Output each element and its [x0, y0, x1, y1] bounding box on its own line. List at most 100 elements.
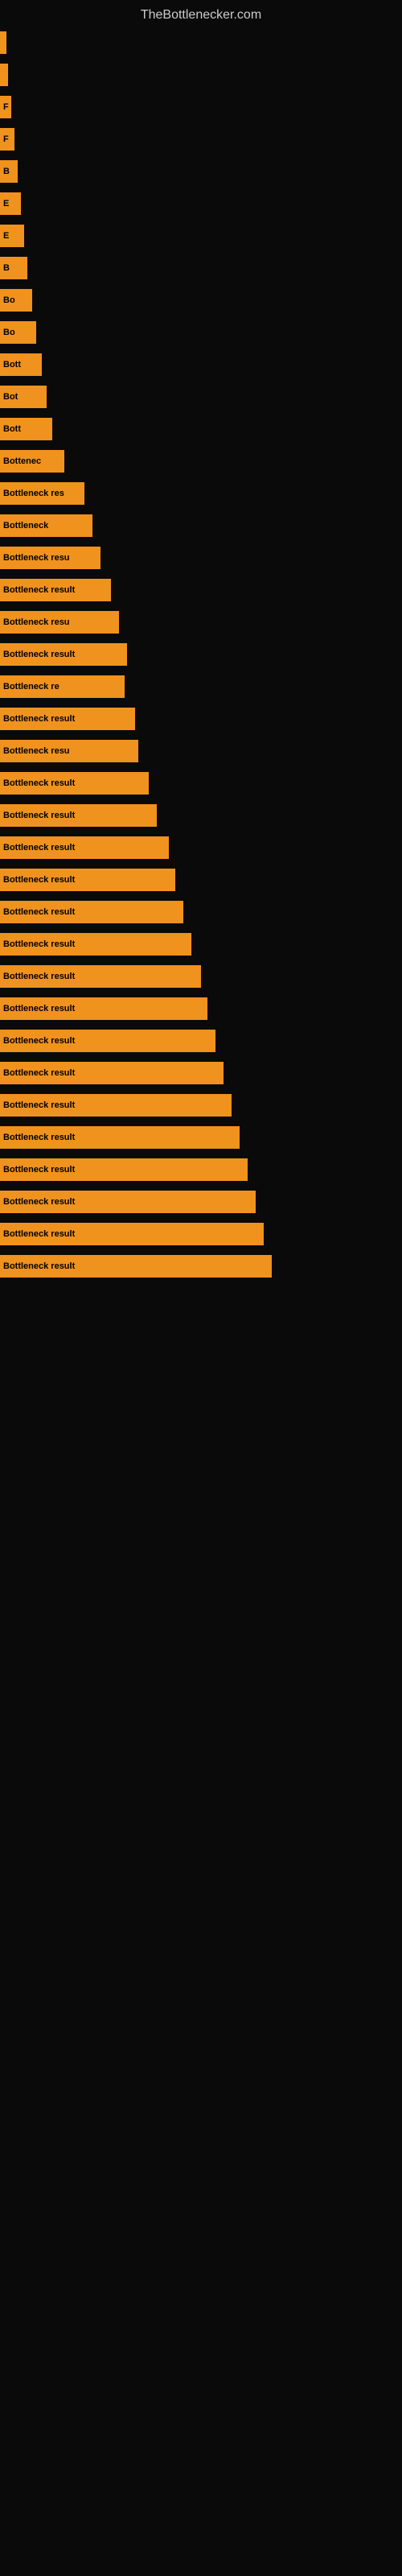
bar-label: Bottleneck: [3, 521, 48, 530]
bar-label: Bottleneck result: [3, 714, 75, 724]
bar-label: Bottleneck resu: [3, 553, 70, 563]
bar-row: Bottleneck result: [0, 960, 402, 993]
bar-row: E: [0, 220, 402, 252]
bar-row: Bottleneck result: [0, 703, 402, 735]
bar-row: Bottleneck result: [0, 1057, 402, 1089]
bar-row: Bottleneck result: [0, 993, 402, 1025]
bar-row: [0, 59, 402, 91]
result-bar: E: [0, 192, 21, 215]
result-bar: Bottleneck result: [0, 1158, 248, 1181]
bar-label: Bottleneck result: [3, 875, 75, 885]
bar-row: F: [0, 123, 402, 155]
result-bar: Bottleneck result: [0, 1062, 224, 1084]
result-bar: Bottleneck result: [0, 708, 135, 730]
bar-row: Bottleneck re: [0, 671, 402, 703]
bar-row: Bo: [0, 316, 402, 349]
bar-label: Bottleneck result: [3, 1100, 75, 1110]
bar-label: Bottleneck result: [3, 1197, 75, 1207]
bar-row: B: [0, 252, 402, 284]
result-bar: Bott: [0, 418, 52, 440]
bar-label: B: [3, 167, 10, 176]
result-bar: Bottleneck result: [0, 1030, 215, 1052]
result-bar: Bottleneck re: [0, 675, 125, 698]
result-bar: Bottleneck result: [0, 1094, 232, 1117]
bar-row: Bottleneck result: [0, 1089, 402, 1121]
bar-label: Bottleneck result: [3, 1229, 75, 1239]
result-bar: Bottleneck resu: [0, 611, 119, 634]
result-bar: Bottleneck result: [0, 1223, 264, 1245]
result-bar: Bottleneck result: [0, 997, 207, 1020]
result-bar: [0, 31, 6, 54]
bar-label: Bottleneck resu: [3, 617, 70, 627]
result-bar: B: [0, 257, 27, 279]
bar-row: Bottleneck resu: [0, 606, 402, 638]
bar-row: Bottleneck result: [0, 799, 402, 832]
bar-label: Bo: [3, 328, 15, 337]
result-bar: Bo: [0, 289, 32, 312]
site-title: TheBottlenecker.com: [0, 0, 402, 27]
result-bar: Bo: [0, 321, 36, 344]
result-bar: Bottleneck: [0, 514, 92, 537]
bar-row: Bottleneck result: [0, 928, 402, 960]
bar-label: Bottleneck result: [3, 1165, 75, 1174]
bar-label: Bottleneck resu: [3, 746, 70, 756]
bar-label: Bot: [3, 392, 18, 402]
bar-row: Bottleneck resu: [0, 735, 402, 767]
result-bar: Bottleneck resu: [0, 740, 138, 762]
bar-row: Bottleneck result: [0, 574, 402, 606]
bar-label: Bottleneck result: [3, 1133, 75, 1142]
result-bar: Bottenec: [0, 450, 64, 473]
result-bar: Bottleneck resu: [0, 547, 100, 569]
bar-row: Bottleneck result: [0, 638, 402, 671]
bar-row: Bottleneck result: [0, 1025, 402, 1057]
bar-label: Bottleneck result: [3, 972, 75, 981]
bar-row: Bottleneck result: [0, 767, 402, 799]
result-bar: Bottleneck result: [0, 965, 201, 988]
bar-label: F: [3, 102, 9, 112]
bar-label: E: [3, 199, 9, 208]
bar-row: Bottleneck result: [0, 1218, 402, 1250]
site-title-container: TheBottlenecker.com: [0, 0, 402, 27]
bar-row: Bottleneck result: [0, 1186, 402, 1218]
bar-row: [0, 27, 402, 59]
bar-row: B: [0, 155, 402, 188]
bar-row: Bottleneck resu: [0, 542, 402, 574]
bar-label: Bottleneck result: [3, 650, 75, 659]
bar-row: Bot: [0, 381, 402, 413]
bar-label: Bottleneck result: [3, 1261, 75, 1271]
bar-label: Bottleneck result: [3, 907, 75, 917]
bar-row: Bottleneck result: [0, 1250, 402, 1282]
bar-label: B: [3, 263, 10, 273]
result-bar: Bottleneck result: [0, 804, 157, 827]
result-bar: F: [0, 96, 11, 118]
result-bar: Bottleneck result: [0, 836, 169, 859]
bar-row: Bottleneck result: [0, 896, 402, 928]
bar-label: Bott: [3, 424, 21, 434]
result-bar: Bottleneck result: [0, 772, 149, 795]
result-bar: Bottleneck result: [0, 643, 127, 666]
bar-row: Bottleneck res: [0, 477, 402, 510]
bar-label: Bottleneck result: [3, 778, 75, 788]
bar-row: Bottleneck: [0, 510, 402, 542]
bar-row: Bo: [0, 284, 402, 316]
bar-label: E: [3, 231, 9, 241]
bar-label: Bottleneck result: [3, 843, 75, 852]
bar-label: Bottleneck result: [3, 1036, 75, 1046]
result-bar: Bot: [0, 386, 47, 408]
result-bar: Bottleneck result: [0, 1255, 272, 1278]
bar-row: Bott: [0, 413, 402, 445]
result-bar: Bott: [0, 353, 42, 376]
bar-label: Bottenec: [3, 456, 41, 466]
bar-label: Bottleneck result: [3, 1068, 75, 1078]
bar-row: Bottleneck result: [0, 864, 402, 896]
result-bar: E: [0, 225, 24, 247]
bar-label: Bottleneck res: [3, 489, 64, 498]
bar-label: Bottleneck result: [3, 585, 75, 595]
result-bar: Bottleneck result: [0, 1126, 240, 1149]
bar-label: Bott: [3, 360, 21, 369]
bar-row: Bottleneck result: [0, 1121, 402, 1154]
result-bar: Bottleneck result: [0, 579, 111, 601]
result-bar: F: [0, 128, 14, 151]
bar-row: E: [0, 188, 402, 220]
bar-label: Bottleneck result: [3, 1004, 75, 1013]
